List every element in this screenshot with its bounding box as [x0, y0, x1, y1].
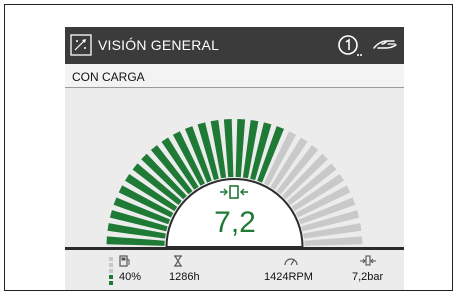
fuel-icon — [119, 255, 130, 267]
pressure-gauge: 7,2 — [65, 88, 404, 248]
fuel-percentage: 40% — [119, 271, 142, 283]
overview-icon — [70, 34, 92, 56]
gauge-segment — [223, 119, 234, 178]
pressure-icon — [220, 185, 248, 199]
fuel-bar — [109, 281, 113, 285]
screen: VISIÓN GENERAL CON CARGA 7,2 40% 1286h 1… — [65, 27, 404, 290]
hydraulic-pressure: 7,2bar — [352, 271, 384, 283]
gauge-segment — [304, 236, 363, 246]
pressure-icon — [360, 255, 376, 266]
gauge-value: 7,2 — [214, 206, 256, 239]
fuel-bar — [109, 263, 113, 267]
engine-hours: 1286h — [169, 271, 200, 283]
gauge-segment — [235, 119, 246, 178]
load-status-bar: CON CARGA — [65, 64, 404, 88]
hourglass-icon — [174, 255, 182, 267]
gauge-segment — [106, 236, 165, 246]
header-bar: VISIÓN GENERAL — [65, 27, 404, 64]
speedometer-icon — [284, 258, 298, 266]
display-frame: VISIÓN GENERAL CON CARGA 7,2 40% 1286h 1… — [4, 4, 453, 291]
status-footer: 40% 1286h 1424RPM 7,2bar — [65, 250, 404, 290]
fuel-level-bars — [109, 257, 113, 285]
page-title: VISIÓN GENERAL — [98, 37, 220, 53]
fuel-bar — [109, 275, 113, 279]
circled-one-icon[interactable] — [337, 33, 363, 59]
engine-rpm: 1424RPM — [264, 271, 313, 283]
fuel-bar — [109, 257, 113, 261]
hand-icon[interactable] — [372, 35, 398, 55]
load-status-label: CON CARGA — [72, 70, 145, 84]
fuel-bar — [109, 269, 113, 273]
